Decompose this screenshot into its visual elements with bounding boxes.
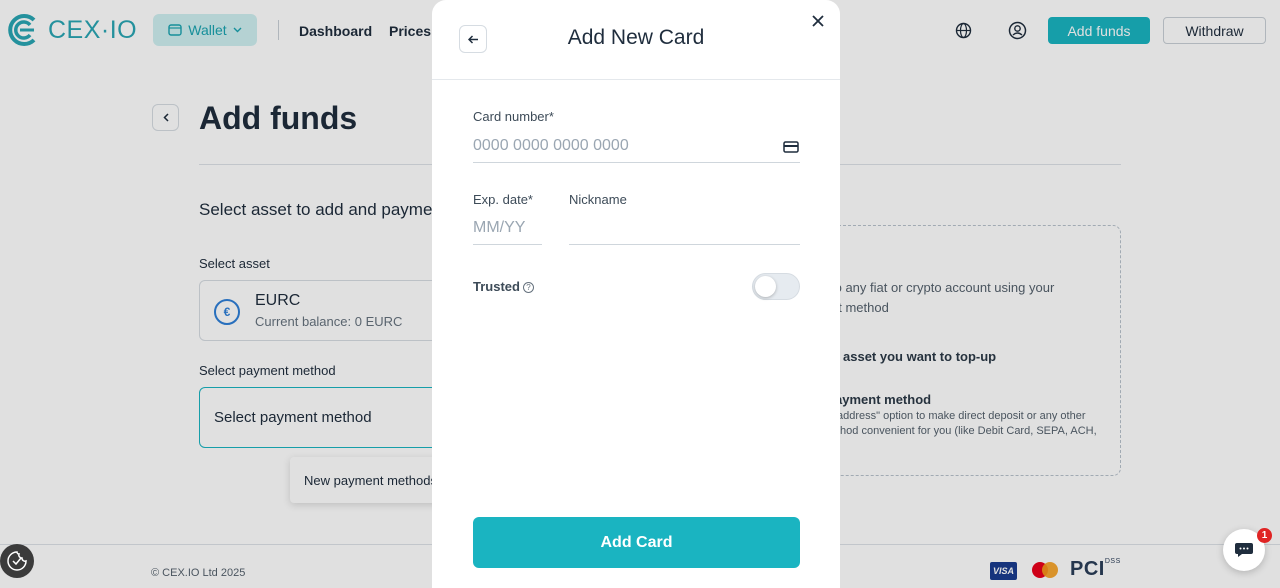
trusted-label: Trusted?	[473, 279, 534, 294]
cookie-icon	[7, 551, 27, 571]
credit-card-icon	[783, 141, 799, 153]
trusted-toggle[interactable]	[752, 273, 800, 300]
nickname-input[interactable]	[569, 212, 800, 245]
card-number-label: Card number*	[473, 109, 554, 124]
card-number-input[interactable]	[473, 130, 800, 163]
close-icon	[812, 15, 824, 27]
modal-header-divider	[432, 79, 840, 80]
nickname-label: Nickname	[569, 192, 627, 207]
cookie-settings-button[interactable]	[0, 544, 34, 578]
modal-title: Add New Card	[567, 26, 705, 49]
modal-close-button[interactable]	[809, 12, 827, 30]
trusted-label-text: Trusted	[473, 279, 520, 294]
help-icon[interactable]: ?	[522, 282, 534, 293]
toggle-knob	[755, 276, 776, 297]
chat-notification-badge: 1	[1257, 528, 1272, 543]
chat-icon	[1235, 543, 1253, 557]
add-card-modal: Add New Card Card number* Exp. date* Nic…	[432, 0, 840, 588]
exp-date-input[interactable]	[473, 212, 542, 245]
exp-date-label: Exp. date*	[473, 192, 533, 207]
add-card-button[interactable]: Add Card	[473, 517, 800, 568]
